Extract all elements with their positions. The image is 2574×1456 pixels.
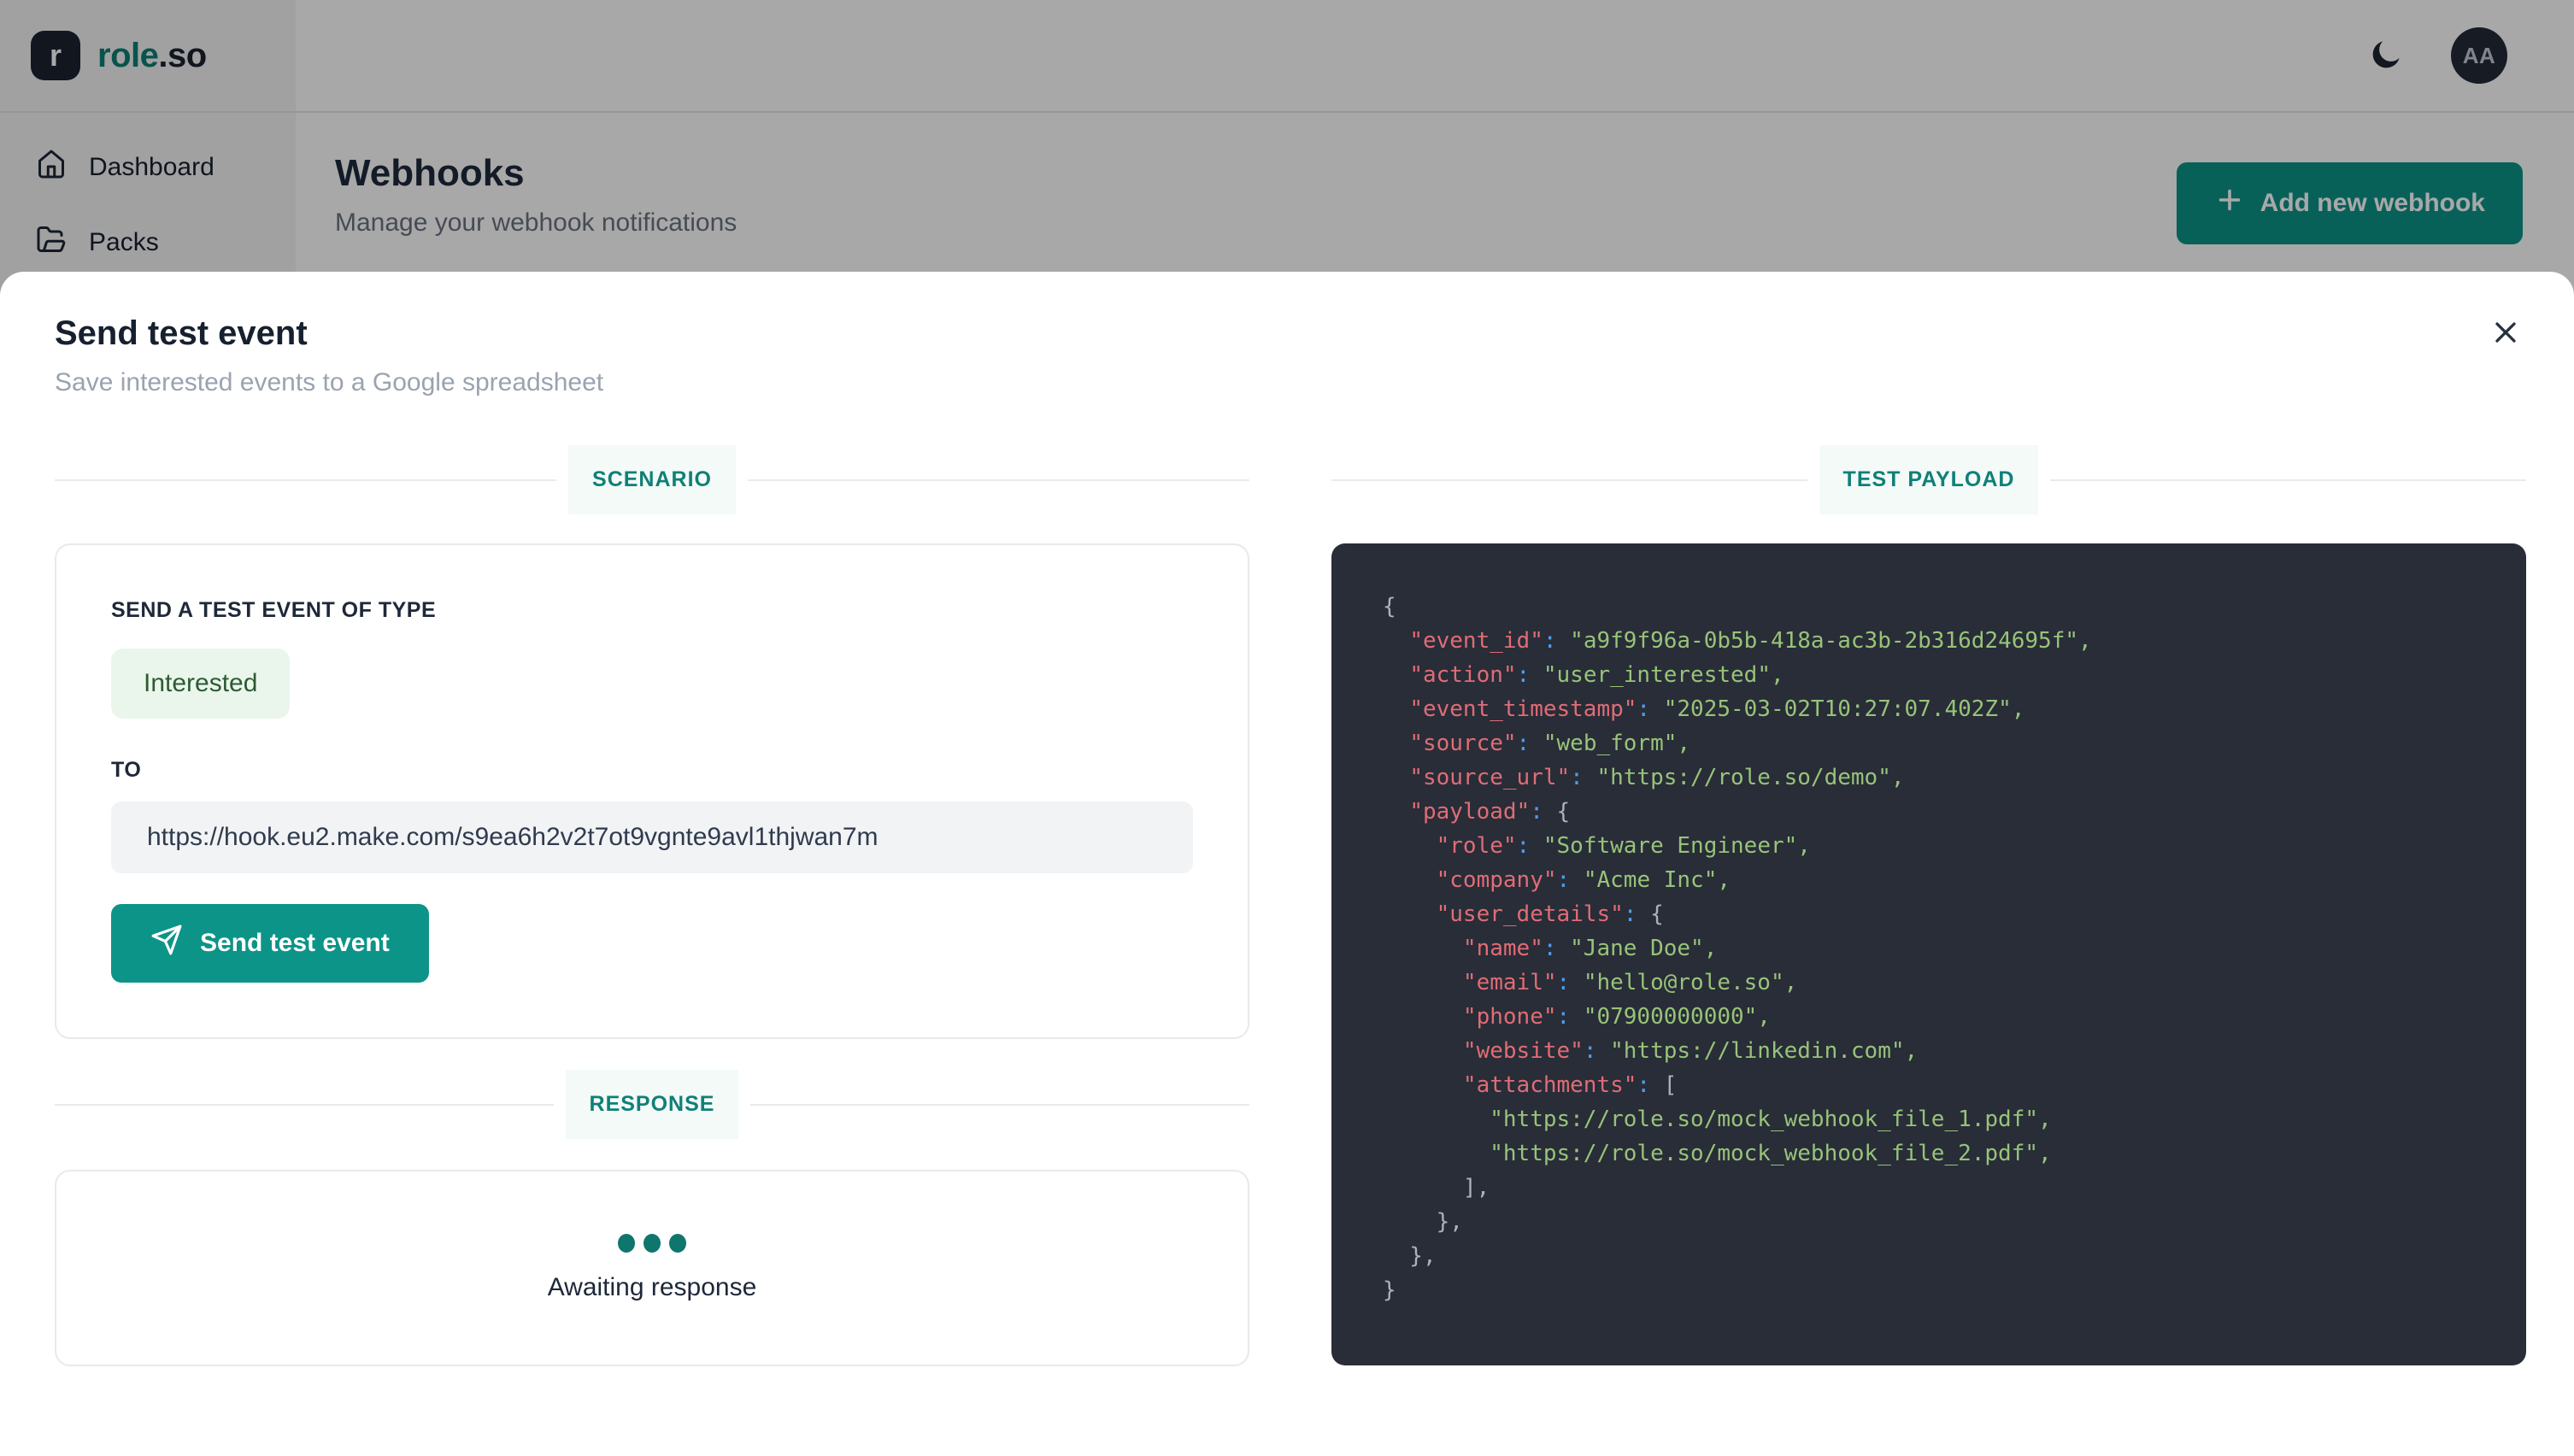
to-label: TO <box>111 758 1193 783</box>
send-test-event-button[interactable]: Send test event <box>111 904 429 983</box>
webhook-url-input[interactable] <box>111 801 1193 873</box>
response-section-label: RESPONSE <box>566 1070 739 1139</box>
response-status-text: Awaiting response <box>548 1273 757 1302</box>
close-icon[interactable] <box>2482 309 2530 357</box>
payload-code: { "event_id": "a9f9f96a-0b5b-418a-ac3b-2… <box>1331 543 2526 1365</box>
payload-column: TEST PAYLOAD { "event_id": "a9f9f96a-0b5… <box>1331 445 2526 1366</box>
response-section-divider: RESPONSE <box>55 1070 1249 1139</box>
scenario-section-divider: SCENARIO <box>55 445 1249 514</box>
payload-section-label: TEST PAYLOAD <box>1819 445 2039 514</box>
send-icon <box>150 924 183 963</box>
response-card: Awaiting response <box>55 1170 1249 1366</box>
scenario-card: SEND A TEST EVENT OF TYPE Interested TO … <box>55 543 1249 1039</box>
modal-columns: SCENARIO SEND A TEST EVENT OF TYPE Inter… <box>55 445 2526 1366</box>
event-type-label: SEND A TEST EVENT OF TYPE <box>111 598 1193 623</box>
loading-dots-icon <box>618 1234 686 1253</box>
app-root: r role.so Dashboard Packs <box>0 0 2574 1456</box>
scenario-section-label: SCENARIO <box>568 445 736 514</box>
scenario-column: SCENARIO SEND A TEST EVENT OF TYPE Inter… <box>55 445 1249 1366</box>
payload-section-divider: TEST PAYLOAD <box>1331 445 2526 514</box>
send-test-event-label: Send test event <box>200 929 390 958</box>
modal-title: Send test event <box>55 314 2526 353</box>
modal-subtitle: Save interested events to a Google sprea… <box>55 368 2526 397</box>
send-test-event-modal: Send test event Save interested events t… <box>0 272 2574 1456</box>
event-type-badge: Interested <box>111 649 290 719</box>
